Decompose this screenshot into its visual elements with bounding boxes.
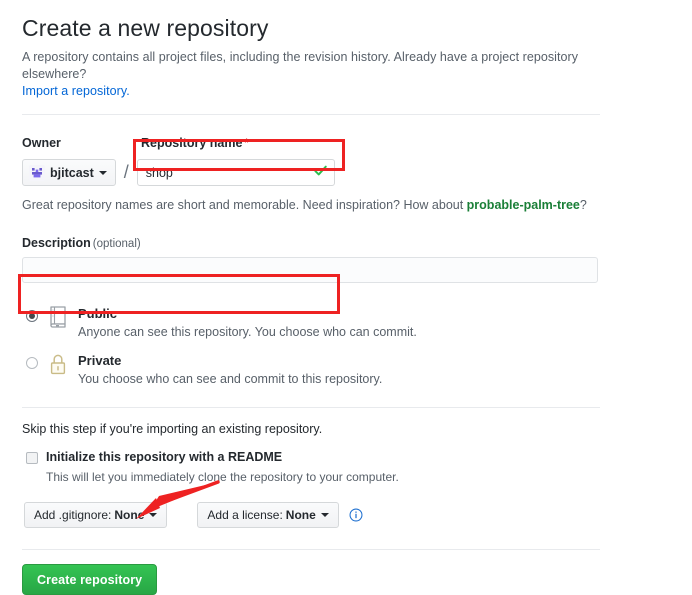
create-repository-button[interactable]: Create repository	[22, 564, 158, 595]
page-title: Create a new repository	[22, 15, 269, 41]
divider-submit	[22, 549, 600, 550]
template-dropdowns-row: Add .gitignore: None Add a license: None	[22, 502, 622, 528]
license-label: Add a license:	[207, 508, 283, 522]
repo-book-icon	[50, 306, 66, 328]
description-label-text: Description	[22, 236, 91, 250]
divider-header	[22, 114, 600, 115]
form-container: Create a new repository A repository con…	[22, 12, 622, 595]
subtitle-text: A repository contains all project files,…	[22, 50, 579, 81]
gitignore-value: None	[114, 508, 145, 522]
gitignore-dropdown[interactable]: Add .gitignore: None	[24, 502, 168, 528]
readme-description: This will let you immediately clone the …	[46, 470, 399, 484]
chevron-down-icon	[320, 513, 329, 517]
repository-name-hint: Great repository names are short and mem…	[22, 197, 622, 214]
license-dropdown[interactable]: Add a license: None	[197, 502, 339, 528]
hint-prefix: Great repository names are short and mem…	[22, 198, 467, 212]
owner-name-row: bjitcast /	[22, 158, 622, 187]
radio-public[interactable]	[26, 310, 38, 322]
visibility-option-private[interactable]: Private You choose who can see and commi…	[22, 352, 622, 388]
chevron-down-icon	[98, 170, 107, 175]
description-input[interactable]	[22, 257, 598, 283]
visibility-public-text: Public Anyone can see this repository. Y…	[78, 305, 417, 341]
lock-icon	[50, 354, 66, 375]
readme-checkbox[interactable]	[26, 452, 38, 464]
gitignore-label: Add .gitignore:	[34, 508, 112, 522]
readme-row: Initialize this repository with a README	[22, 449, 622, 465]
repository-name-label-text: Repository name	[141, 136, 243, 150]
identicon-avatar	[29, 164, 45, 181]
suggested-name: probable-palm-tree	[466, 198, 580, 212]
import-repository-link[interactable]: Import a repository.	[22, 84, 130, 98]
owner-name-text: bjitcast	[50, 165, 94, 180]
repository-name-input[interactable]	[136, 159, 335, 186]
visibility-private-title: Private	[78, 353, 122, 368]
visibility-options: Public Anyone can see this repository. Y…	[22, 305, 622, 388]
owner-name-labels: Owner Repository name *	[22, 135, 622, 151]
owner-name-separator: /	[123, 162, 129, 182]
repository-name-label: Repository name *	[141, 135, 249, 151]
radio-private[interactable]	[26, 357, 38, 369]
info-icon[interactable]	[349, 508, 363, 522]
visibility-public-title: Public	[78, 306, 118, 321]
repository-name-field	[136, 159, 335, 186]
license-value: None	[285, 508, 316, 522]
create-repository-page: Create a new repository A repository con…	[0, 0, 692, 595]
chevron-down-icon	[149, 513, 158, 517]
required-marker: *	[244, 137, 249, 149]
description-optional-note: (optional)	[92, 238, 141, 250]
divider-visibility	[22, 407, 600, 408]
visibility-private-desc: You choose who can see and commit to thi…	[78, 372, 383, 386]
visibility-private-text: Private You choose who can see and commi…	[78, 352, 382, 388]
skip-step-text: Skip this step if you're importing an ex…	[22, 422, 323, 436]
visibility-option-public[interactable]: Public Anyone can see this repository. Y…	[22, 305, 622, 341]
description-label: Description (optional)	[22, 236, 622, 250]
owner-label: Owner	[22, 136, 61, 150]
visibility-public-desc: Anyone can see this repository. You choo…	[78, 325, 417, 339]
readme-label[interactable]: Initialize this repository with a README	[46, 449, 282, 465]
page-subtitle: A repository contains all project files,…	[22, 49, 622, 100]
hint-suffix: ?	[579, 198, 587, 212]
owner-select[interactable]: bjitcast	[22, 159, 116, 186]
